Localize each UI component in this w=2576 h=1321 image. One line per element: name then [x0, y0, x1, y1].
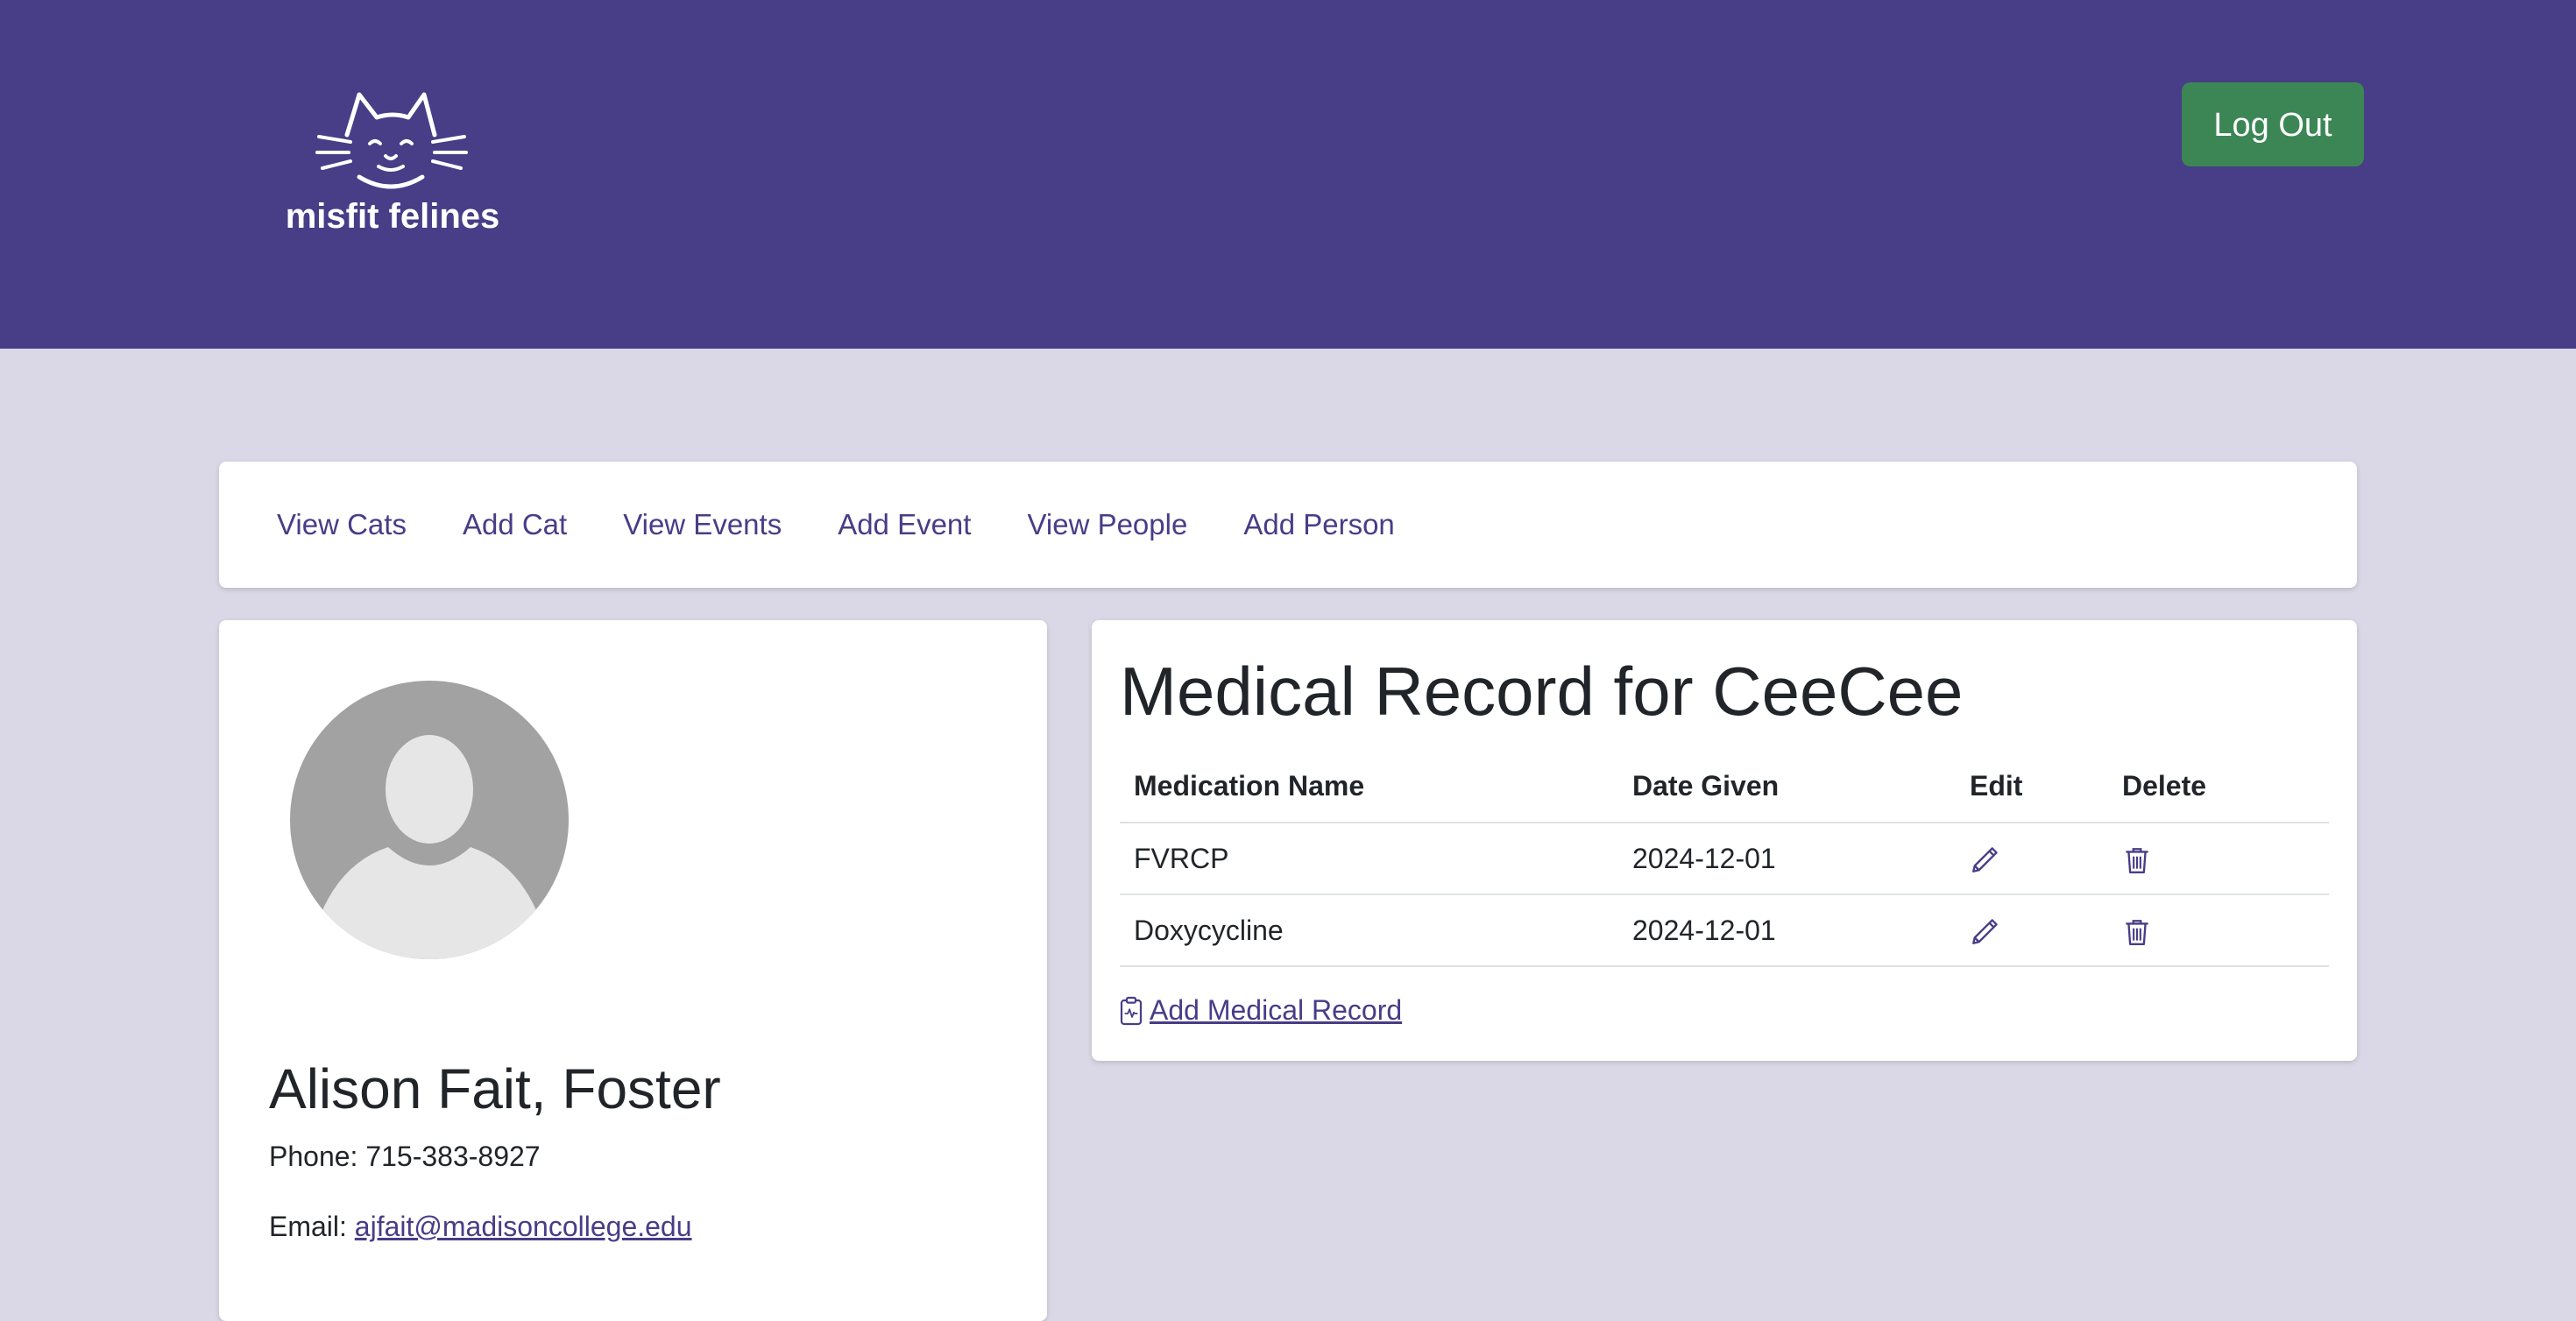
- nav-add-person[interactable]: Add Person: [1243, 508, 1394, 541]
- logout-button[interactable]: Log Out: [2182, 82, 2364, 166]
- main-nav: View Cats Add Cat View Events Add Event …: [219, 462, 2357, 588]
- misfit-felines-logo[interactable]: misfit felines: [279, 86, 506, 240]
- logo-text: misfit felines: [286, 197, 500, 236]
- trash-icon[interactable]: [2122, 845, 2152, 875]
- phone-line: Phone: 715-383-8927: [269, 1141, 541, 1173]
- trash-icon[interactable]: [2122, 917, 2152, 947]
- nav-view-cats[interactable]: View Cats: [277, 508, 407, 541]
- avatar-placeholder-icon: [290, 681, 569, 959]
- pencil-icon[interactable]: [1970, 845, 1999, 875]
- medication-name-cell: FVRCP: [1120, 823, 1618, 895]
- medication-name-cell: Doxycycline: [1120, 894, 1618, 967]
- pencil-icon[interactable]: [1970, 917, 1999, 947]
- column-header-medication: Medication Name: [1120, 750, 1618, 823]
- table-header-row: Medication Name Date Given Edit Delete: [1120, 750, 2329, 823]
- table-row: Doxycycline 2024-12-01: [1120, 894, 2329, 967]
- email-line: Email: ajfait@madisoncollege.edu: [269, 1211, 692, 1243]
- add-medical-record-link[interactable]: Add Medical Record: [1120, 994, 1402, 1027]
- nav-add-cat[interactable]: Add Cat: [463, 508, 567, 541]
- person-name: Alison Fait, Foster: [269, 1057, 721, 1120]
- column-header-date: Date Given: [1618, 750, 1956, 823]
- clipboard-pulse-icon: [1120, 996, 1143, 1025]
- medical-record-title: Medical Record for CeeCee: [1120, 653, 1964, 730]
- date-given-cell: 2024-12-01: [1618, 894, 1956, 967]
- email-label: Email:: [269, 1211, 347, 1242]
- edit-cell: [1956, 894, 2108, 967]
- column-header-edit: Edit: [1956, 750, 2108, 823]
- phone-label: Phone:: [269, 1141, 358, 1172]
- site-header: misfit felines Log Out: [0, 0, 2576, 349]
- phone-value: 715-383-8927: [365, 1141, 541, 1172]
- email-link[interactable]: ajfait@madisoncollege.edu: [355, 1211, 692, 1242]
- delete-cell: [2108, 823, 2329, 895]
- column-header-delete: Delete: [2108, 750, 2329, 823]
- add-medical-record-label: Add Medical Record: [1150, 994, 1403, 1026]
- nav-add-event[interactable]: Add Event: [838, 508, 971, 541]
- medical-record-table: Medication Name Date Given Edit Delete F…: [1120, 750, 2329, 967]
- delete-cell: [2108, 894, 2329, 967]
- nav-view-events[interactable]: View Events: [623, 508, 782, 541]
- person-profile-card: Alison Fait, Foster Phone: 715-383-8927 …: [219, 620, 1047, 1321]
- nav-view-people[interactable]: View People: [1027, 508, 1187, 541]
- edit-cell: [1956, 823, 2108, 895]
- medical-record-card: Medical Record for CeeCee Medication Nam…: [1092, 620, 2357, 1061]
- table-row: FVRCP 2024-12-01: [1120, 823, 2329, 895]
- date-given-cell: 2024-12-01: [1618, 823, 1956, 895]
